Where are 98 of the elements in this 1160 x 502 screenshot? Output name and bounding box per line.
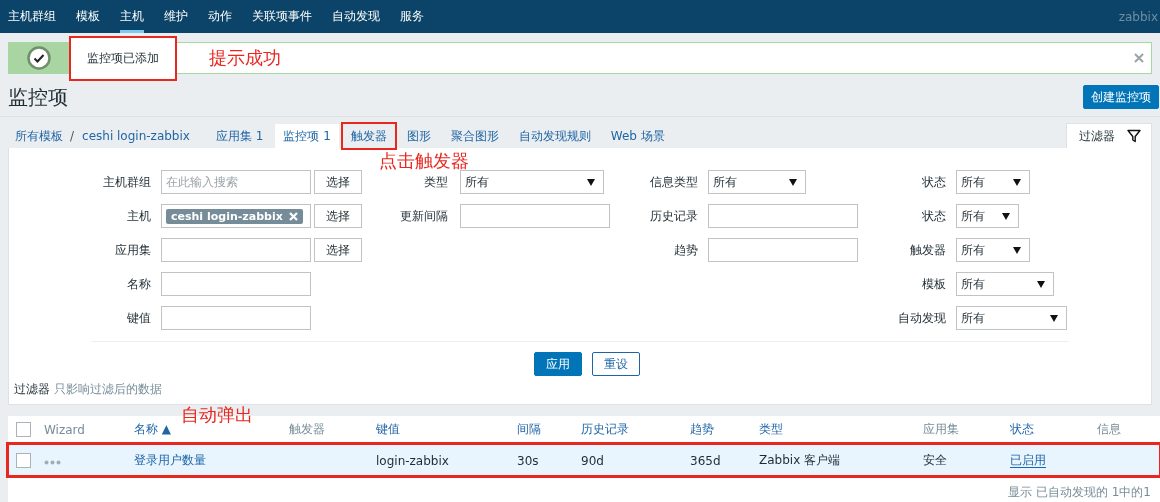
field-label: 主机群组 (102, 173, 151, 191)
dropdown-arrow-icon (1013, 178, 1021, 186)
dropdown[interactable]: 所有 (956, 272, 1054, 296)
nav-menu-item[interactable]: 关联项事件 (252, 0, 312, 33)
column-header: Wizard (44, 422, 85, 437)
multiselect-field[interactable]: ceshi login-zabbix (161, 204, 311, 228)
dropdown-arrow-icon (1013, 246, 1021, 254)
remove-icon (288, 211, 298, 221)
brand-label: zabbix (1118, 9, 1159, 24)
page-title: 监控项 (8, 83, 68, 111)
nav-menu-item[interactable]: 主机群组 (8, 0, 56, 33)
more-dots-icon[interactable] (44, 459, 61, 465)
select-button[interactable]: 选择 (314, 204, 362, 228)
field-label: 状态 (921, 207, 946, 225)
pagination-summary: 显示 已自动发现的 1中的1 (1007, 484, 1152, 501)
table-cell: 安全 (923, 453, 947, 467)
field-label: 历史记录 (649, 207, 698, 225)
field-label: 主机 (126, 207, 151, 225)
tab[interactable]: 聚合图形 (442, 124, 507, 148)
field-label: 名称 (126, 275, 151, 293)
field-label: 触发器 (909, 241, 946, 259)
input-field[interactable] (161, 306, 311, 330)
nav-menu-item[interactable]: 服务 (400, 0, 424, 33)
dropdown[interactable]: 所有 (708, 170, 806, 194)
column-header: 信息 (1097, 422, 1121, 436)
create-item-button[interactable]: 创建监控项 (1083, 85, 1159, 109)
select-button[interactable]: 选择 (314, 170, 362, 194)
dropdown[interactable]: 所有 (956, 204, 1019, 228)
breadcrumb-separator: / (69, 128, 76, 145)
annotation-text: 点击触发器 (378, 149, 469, 173)
filter-tab[interactable]: 过滤器 (1066, 123, 1152, 148)
column-header[interactable]: 状态 (1010, 422, 1034, 436)
apply-button[interactable]: 应用 (534, 352, 582, 376)
tab[interactable]: Web 场景 (602, 124, 673, 148)
table-cell: 90d (581, 453, 604, 468)
input-field[interactable] (460, 204, 610, 228)
field-label: 状态 (921, 173, 946, 191)
message-text: 监控项已添加 (69, 35, 177, 81)
funnel-icon (1127, 129, 1141, 143)
check-icon (27, 46, 51, 70)
input-field[interactable] (708, 238, 858, 262)
table-cell: Zabbix 客户端 (759, 453, 841, 467)
nav-menu-item[interactable]: 自动发现 (332, 0, 380, 33)
field-label: 自动发现 (897, 309, 946, 327)
field-label: 信息类型 (649, 173, 698, 191)
column-header[interactable]: 趋势 (690, 422, 714, 436)
dropdown[interactable]: 所有 (956, 170, 1030, 194)
tab[interactable]: 监控项 1 (275, 124, 339, 148)
input-field[interactable] (161, 272, 311, 296)
dropdown-arrow-icon (1002, 212, 1010, 220)
item-name-link[interactable]: 登录用户数量 (134, 453, 206, 467)
nav-menu-item[interactable]: 主机 (120, 0, 144, 33)
column-header: 触发器 (289, 422, 325, 436)
column-header[interactable]: 历史记录 (581, 422, 629, 436)
annotation-text: 自动弹出 (181, 403, 253, 427)
select-button[interactable]: 选择 (314, 238, 362, 262)
nav-menu-item[interactable]: 动作 (208, 0, 232, 33)
table-cell: 30s (517, 453, 539, 468)
column-header: 应用集 (923, 422, 959, 436)
status-link[interactable]: 已启用 (1010, 453, 1046, 468)
column-header[interactable]: 键值 (376, 422, 400, 436)
row-checkbox[interactable] (16, 453, 31, 468)
dropdown-arrow-icon (1037, 280, 1045, 288)
filter-note-text: 只影响过滤后的数据 (54, 381, 162, 397)
multiselect-field[interactable] (161, 238, 311, 262)
filter-note-label: 过滤器 (14, 381, 50, 397)
column-header[interactable]: 名称 ▲ (134, 422, 172, 436)
field-label: 模板 (921, 275, 946, 293)
breadcrumb-link[interactable]: 所有模板 (8, 124, 69, 148)
breadcrumb-link[interactable]: ceshi login-zabbix (75, 124, 196, 148)
host-tag[interactable]: ceshi login-zabbix (166, 208, 303, 224)
nav-menu-item[interactable]: 模板 (76, 0, 100, 33)
select-all-checkbox[interactable] (16, 422, 31, 437)
dropdown[interactable]: 所有 (956, 306, 1067, 330)
tab[interactable]: 图形 (398, 124, 439, 148)
annotation-text: 提示成功 (209, 46, 281, 70)
table-cell: login-zabbix (376, 453, 449, 468)
field-label: 键值 (126, 309, 151, 327)
dropdown[interactable]: 所有 (460, 170, 604, 194)
field-label: 类型 (423, 173, 448, 191)
field-label: 趋势 (673, 241, 698, 259)
tab[interactable]: 自动发现规则 (510, 124, 599, 148)
column-header[interactable]: 间隔 (517, 422, 541, 436)
placeholder-text: 在此输入搜索 (166, 173, 238, 191)
dropdown-arrow-icon (789, 178, 797, 186)
input-field[interactable] (708, 204, 858, 228)
field-label: 更新间隔 (399, 207, 448, 225)
dropdown-arrow-icon (587, 178, 595, 186)
close-icon[interactable] (1134, 53, 1144, 63)
tab[interactable]: 应用集 1 (207, 124, 272, 148)
table-cell: 365d (690, 453, 721, 468)
tab[interactable]: 触发器 (342, 124, 395, 148)
column-header[interactable]: 类型 (759, 422, 783, 436)
dropdown-arrow-icon (1050, 314, 1058, 322)
field-label: 应用集 (114, 241, 151, 259)
nav-menu-item[interactable]: 维护 (164, 0, 188, 33)
reset-button[interactable]: 重设 (592, 352, 640, 376)
dropdown[interactable]: 所有 (956, 238, 1030, 262)
